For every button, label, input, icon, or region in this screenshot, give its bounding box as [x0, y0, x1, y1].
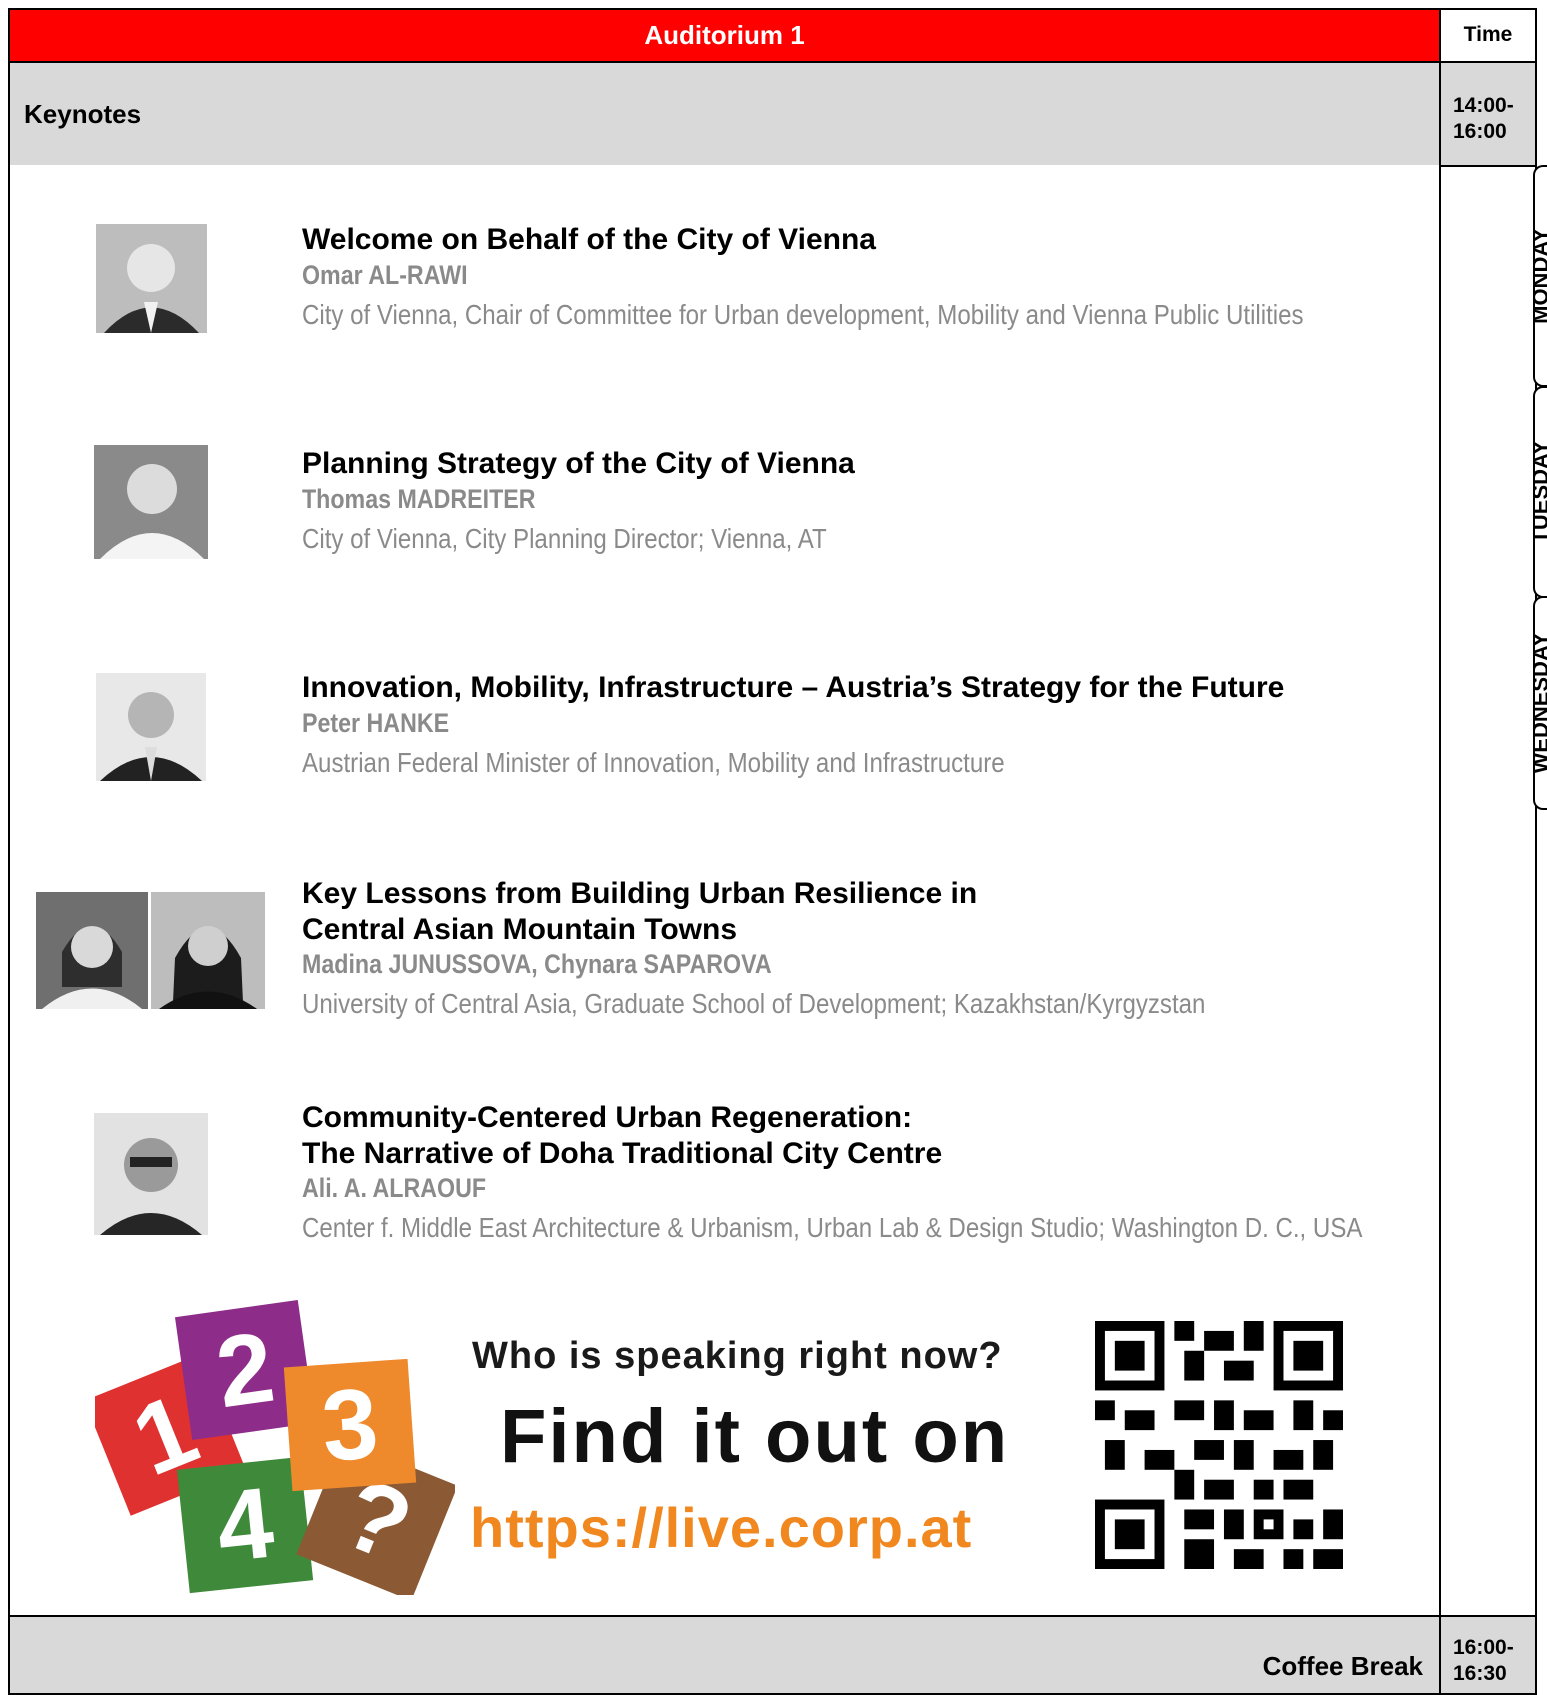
number-tiles-logo: 1 2 4 ? 3 — [95, 1300, 455, 1595]
talk-title-line: Innovation, Mobility, Infrastructure – A… — [302, 671, 1285, 704]
talk-title-line: Community-Centered Urban Regeneration: — [302, 1101, 913, 1134]
speaker-name: Ali. A. ALRAOUF — [302, 1173, 487, 1203]
tab-wednesday[interactable]: WEDNESDAY — [1533, 596, 1547, 810]
coffee-time-start: 16:00- — [1453, 1636, 1514, 1659]
tab-monday-label: MONDAY — [1533, 228, 1547, 324]
speaker-affiliation: City of Vienna, City Planning Director; … — [302, 523, 827, 554]
tab-wednesday-label: WEDNESDAY — [1533, 632, 1547, 774]
speaker-affiliation: Austrian Federal Minister of Innovation,… — [302, 747, 1005, 778]
speaker-name: Thomas MADREITER — [302, 484, 536, 514]
speaker-photo — [94, 445, 208, 559]
speaker-name: Madina JUNUSSOVA, Chynara SAPAROVA — [302, 949, 772, 979]
coffee-break-label: Coffee Break — [1262, 1651, 1423, 1681]
session-time-start: 14:00- — [1453, 94, 1514, 117]
talk-title-line: The Narrative of Doha Traditional City C… — [302, 1137, 943, 1170]
tab-monday[interactable]: MONDAY — [1533, 165, 1547, 387]
time-column-header: Time — [1439, 8, 1537, 63]
session-name: Keynotes — [24, 99, 142, 129]
tab-tuesday-label: TUESDAY — [1533, 440, 1547, 544]
speaker-photo — [36, 892, 148, 1009]
room-title: Auditorium 1 — [644, 20, 805, 50]
tile-label-3: 3 — [318, 1367, 381, 1483]
speaker-photo — [96, 673, 206, 781]
coffee-break-row: Coffee Break — [8, 1615, 1441, 1695]
talk-title-line: Welcome on Behalf of the City of Vienna — [302, 223, 876, 256]
talk-title: Planning Strategy of the City of Vienna — [302, 446, 855, 482]
coffee-break-time-cell: 16:00- 16:30 — [1439, 1615, 1537, 1695]
speaker-affiliation: University of Central Asia, Graduate Sch… — [302, 988, 1206, 1019]
speaker-name: Peter HANKE — [302, 708, 450, 738]
speaker-photo — [94, 1113, 208, 1235]
talk-title-line: Central Asian Mountain Towns — [302, 913, 738, 946]
talk-title: Welcome on Behalf of the City of Vienna — [302, 222, 876, 258]
speaker-affiliation: City of Vienna, Chair of Committee for U… — [302, 299, 1304, 330]
session-time-end: 16:00 — [1453, 120, 1507, 143]
session-time-cell: 14:00- 16:00 — [1439, 61, 1537, 167]
auditorium-header: Auditorium 1 — [8, 8, 1441, 63]
talk-title-line: Planning Strategy of the City of Vienna — [302, 447, 855, 480]
time-column — [1439, 165, 1537, 1615]
talk-row: Key Lessons from Building Urban Resilien… — [8, 837, 1441, 1063]
talk-row: Welcome on Behalf of the City of Vienna … — [8, 165, 1441, 391]
talk-title: Key Lessons from Building Urban Resilien… — [302, 876, 977, 948]
coffee-time-end: 16:30 — [1453, 1662, 1507, 1685]
speaker-photo — [151, 892, 265, 1009]
tab-tuesday[interactable]: TUESDAY — [1533, 386, 1547, 598]
speaker-name: Omar AL-RAWI — [302, 260, 468, 290]
talk-title: Innovation, Mobility, Infrastructure – A… — [302, 670, 1284, 706]
qr-code-icon[interactable] — [1095, 1320, 1343, 1570]
promo-question: Who is speaking right now? — [472, 1335, 1003, 1377]
promo-headline: Find it out on — [500, 1394, 1010, 1479]
talk-row: Community-Centered Urban Regeneration: T… — [8, 1061, 1441, 1287]
promo-url-link[interactable]: https://live.corp.at — [470, 1495, 972, 1560]
talk-row: Innovation, Mobility, Infrastructure – A… — [8, 613, 1441, 839]
talk-row: Planning Strategy of the City of Vienna … — [8, 389, 1441, 615]
speaker-affiliation: Center f. Middle East Architecture & Urb… — [302, 1212, 1363, 1243]
promo-banner: 1 2 4 ? 3 Who is speaking right now? Fin… — [8, 1285, 1441, 1617]
session-row: Keynotes — [8, 61, 1441, 167]
talk-title-line: Key Lessons from Building Urban Resilien… — [302, 877, 978, 910]
speaker-photo — [96, 224, 207, 333]
talk-title: Community-Centered Urban Regeneration: T… — [302, 1100, 942, 1172]
